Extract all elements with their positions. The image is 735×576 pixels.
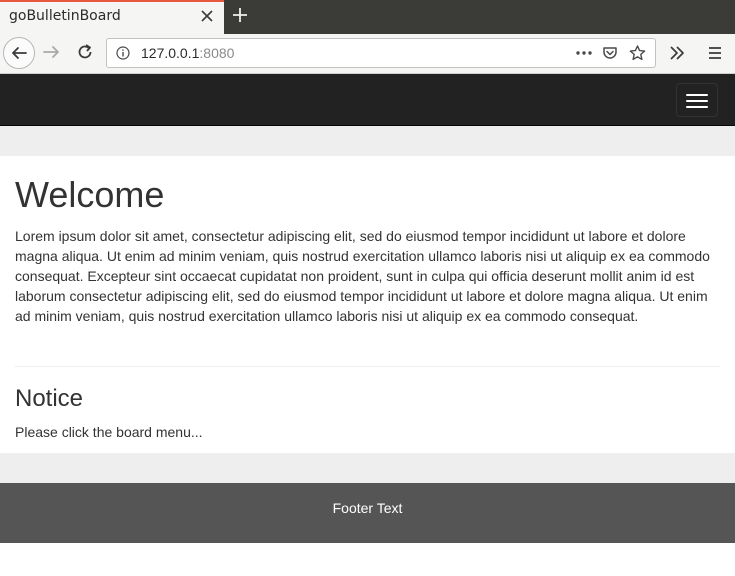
- info-icon[interactable]: [116, 46, 130, 60]
- pocket-icon[interactable]: [602, 45, 618, 61]
- new-tab-icon[interactable]: [231, 6, 249, 24]
- browser-tab-strip: goBulletinBoard: [0, 0, 735, 34]
- page-background: [0, 453, 735, 483]
- navbar-toggle-button[interactable]: [676, 83, 718, 117]
- overflow-chevrons-icon[interactable]: [668, 45, 686, 61]
- section-divider: [15, 366, 720, 367]
- footer-text: Footer Text: [332, 500, 403, 516]
- welcome-text: Lorem ipsum dolor sit amet, consectetur …: [15, 228, 710, 324]
- close-tab-icon[interactable]: [198, 7, 216, 25]
- more-dots-icon[interactable]: [575, 45, 593, 61]
- url-host: 127.0.0.1: [141, 45, 200, 61]
- notice-title: Notice: [15, 385, 84, 412]
- back-arrow-icon: [12, 47, 27, 59]
- main-content: Welcome Lorem ipsum dolor sit amet, cons…: [0, 156, 735, 453]
- site-footer: Footer Text: [0, 483, 735, 543]
- site-navbar: [0, 74, 735, 126]
- notice-text: Please click the board menu...: [15, 424, 203, 440]
- page-background: [0, 126, 735, 156]
- reload-icon[interactable]: [76, 43, 94, 61]
- forward-arrow-icon[interactable]: [42, 43, 62, 61]
- back-button[interactable]: [3, 37, 35, 69]
- hamburger-menu-icon[interactable]: [707, 45, 723, 61]
- hamburger-bar: [686, 94, 708, 96]
- bookmark-star-icon[interactable]: [629, 45, 646, 61]
- url-port: :8080: [199, 45, 235, 61]
- hamburger-bar: [686, 106, 708, 108]
- url-text[interactable]: 127.0.0.1:8080: [141, 45, 234, 61]
- browser-toolbar: 127.0.0.1:8080: [0, 34, 735, 74]
- hamburger-bar: [686, 100, 708, 102]
- tab-title: goBulletinBoard: [9, 8, 121, 24]
- welcome-title: Welcome: [15, 174, 165, 215]
- address-bar[interactable]: 127.0.0.1:8080: [106, 38, 656, 68]
- browser-tab[interactable]: goBulletinBoard: [0, 0, 224, 34]
- url-actions: [575, 45, 647, 61]
